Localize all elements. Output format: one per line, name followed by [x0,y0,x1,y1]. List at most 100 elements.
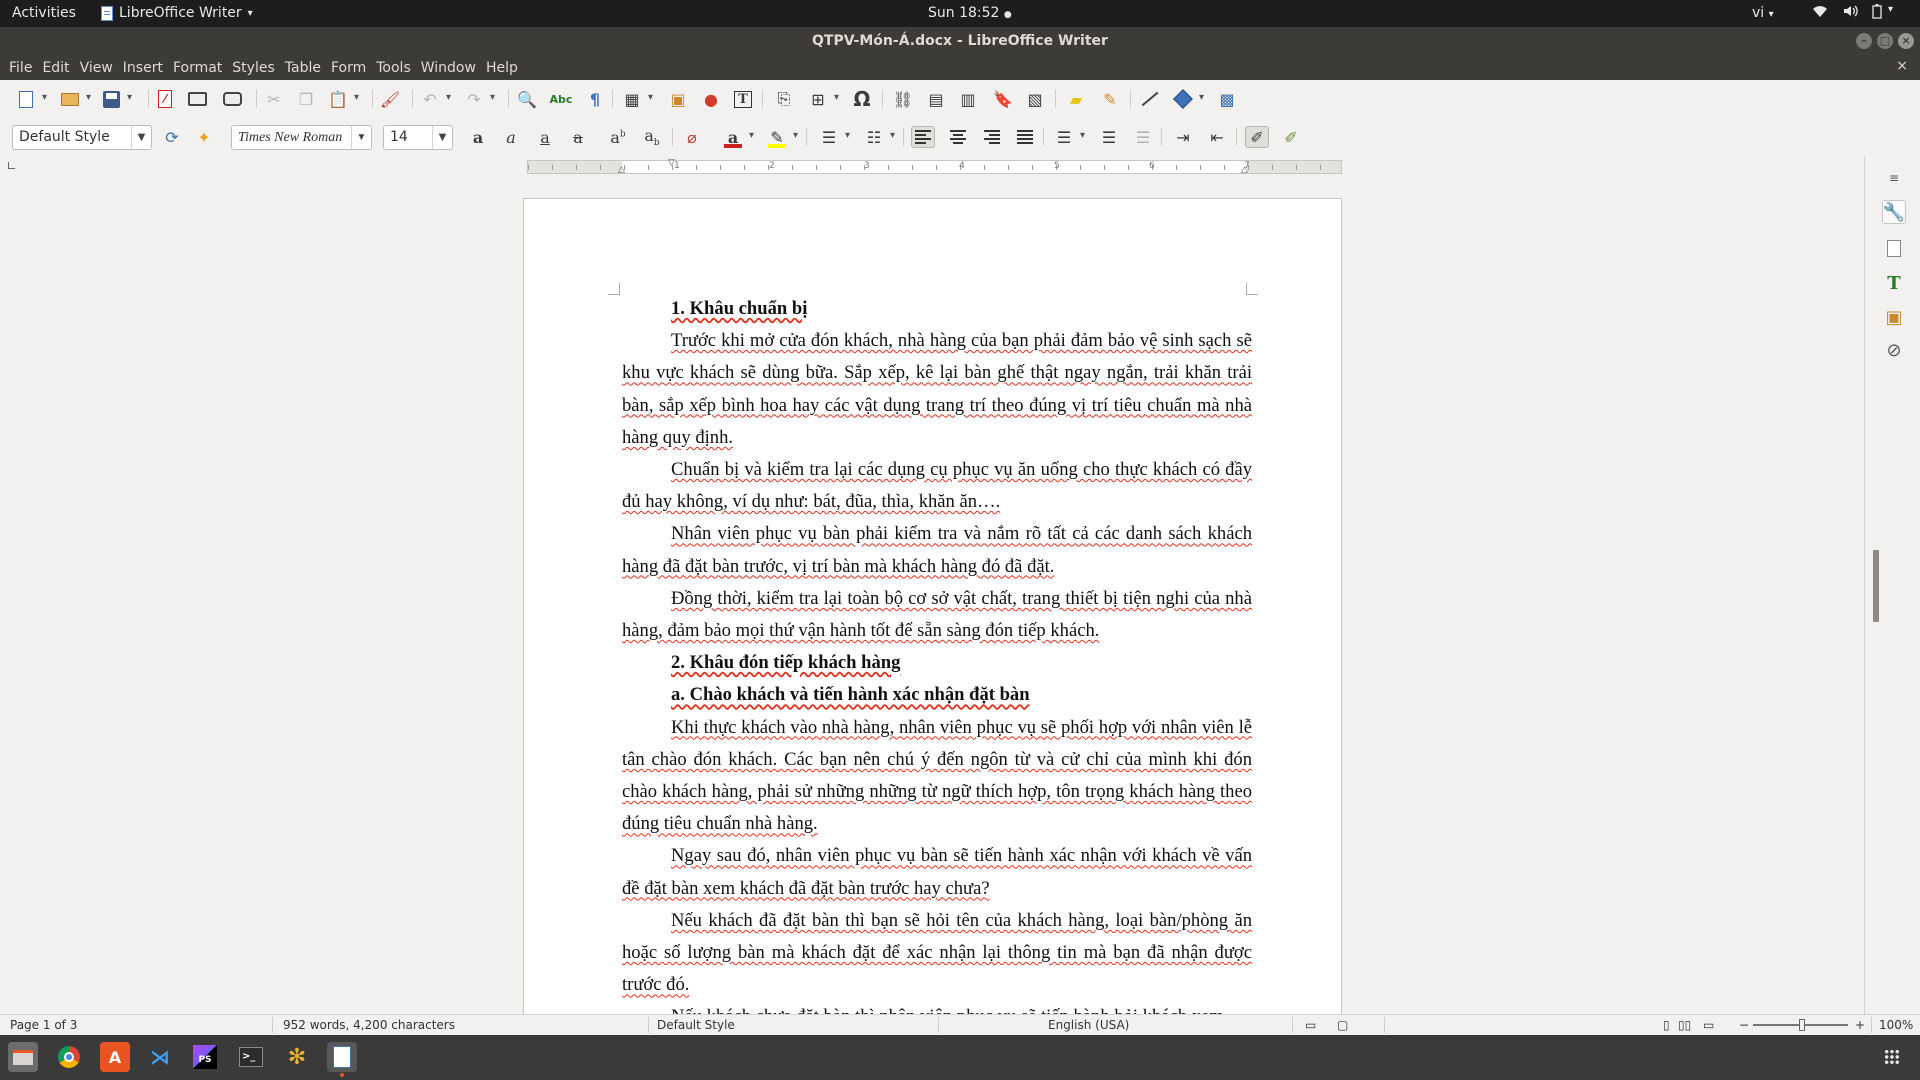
document-body[interactable]: 1. Khâu chuẩn bị Trước khi mở cửa đón khá… [622,293,1252,1014]
close-button[interactable]: × [1898,33,1914,49]
zoom-level[interactable]: 100% [1879,1018,1913,1032]
new-document-button[interactable] [14,88,47,110]
superscript-button[interactable]: ab [606,126,630,148]
activities-button[interactable]: Activities [12,5,76,21]
menu-styles[interactable]: Styles [227,56,279,80]
menu-table[interactable]: Table [280,56,326,80]
zoom-in-icon[interactable]: + [1855,1018,1865,1032]
chrome-icon[interactable] [54,1042,84,1072]
insert-table-button[interactable]: ▦ [620,88,653,110]
phpstorm-icon[interactable]: PS [190,1042,220,1072]
clone-formatting-button[interactable]: 🖌 [378,88,402,110]
sidebar-styles-button[interactable]: T [1882,271,1906,295]
justify-button[interactable] [1013,126,1037,148]
insert-chart-button[interactable]: ● [699,88,723,110]
multi-page-view-icon[interactable]: ▯▯ [1678,1018,1691,1032]
clock[interactable]: Sun 18:52 ● [928,5,1012,21]
decrease-paragraph-spacing-button[interactable]: ☰ [1131,126,1155,148]
print-button[interactable] [185,88,209,110]
files-icon[interactable] [8,1042,38,1072]
sidebar-properties-button[interactable]: 🔧 [1882,200,1906,224]
app-menu[interactable]: LibreOffice Writer ▾ [101,5,253,21]
underline-button[interactable]: a [533,126,557,148]
software-center-icon[interactable]: A [100,1042,130,1072]
input-language[interactable]: vi ▾ [1752,5,1774,21]
chevron-down-icon[interactable]: ▼ [432,126,452,149]
first-line-indent-marker[interactable]: ▽ [668,158,675,168]
insert-page-break-button[interactable]: ⎘ [772,88,796,110]
increase-indent-button[interactable]: ⇥ [1171,126,1195,148]
print-preview-button[interactable] [220,88,244,110]
strikethrough-button[interactable]: a [566,126,590,148]
increase-paragraph-spacing-button[interactable]: ☰ [1097,126,1121,148]
insert-special-character-button[interactable]: Ω [850,87,874,111]
document-paragraph[interactable]: Khi thực khách vào nhà hàng, nhân viên p… [622,712,1252,841]
formatting-marks-button[interactable]: ¶ [583,88,607,110]
sidebar-collapse-handle[interactable] [1873,550,1879,622]
insert-hyperlink-button[interactable]: ⛓ [891,88,915,110]
document-paragraph[interactable]: Nhân viên phục vụ bàn phải kiểm tra và n… [622,518,1252,582]
menu-view[interactable]: View [75,56,118,80]
copy-button[interactable]: ❐ [294,88,318,110]
font-size-combo[interactable]: 14 ▼ [383,125,453,150]
document-paragraph[interactable]: Nếu khách chưa đặt bàn thì nhân viên phụ… [622,1001,1252,1014]
insert-line-button[interactable] [1138,88,1162,110]
insert-field-button[interactable]: ⊞ [806,88,839,110]
redo-button[interactable]: ↷ [462,88,495,110]
align-center-button[interactable] [946,126,970,148]
insert-comment-button[interactable]: ▰ [1064,88,1088,110]
insert-cross-reference-button[interactable]: ▧ [1023,88,1047,110]
document-paragraph[interactable]: Chuẩn bị và kiểm tra lại các dụng cụ phụ… [622,454,1252,518]
terminal-icon[interactable]: >_ [236,1042,266,1072]
sidebar-page-button[interactable] [1882,236,1906,260]
document-paragraph[interactable]: Trước khi mở cửa đón khách, nhà hàng của… [622,325,1252,454]
open-button[interactable] [58,88,91,110]
basic-shapes-button[interactable] [1171,88,1204,110]
close-document-icon[interactable]: × [1896,58,1908,74]
word-count[interactable]: 952 words, 4,200 characters [283,1018,455,1032]
paragraph-dialog-button[interactable]: ✐ [1245,126,1269,148]
insert-mode-icon[interactable]: ▭ [1305,1018,1316,1032]
zoom-slider-handle[interactable] [1799,1019,1805,1031]
insert-image-button[interactable]: ▣ [666,88,690,110]
character-dialog-button[interactable]: ✐ [1279,126,1303,148]
italic-button[interactable]: a [499,126,523,148]
font-color-button[interactable]: a [721,126,754,148]
insert-footnote-button[interactable]: ▤ [924,88,948,110]
line-spacing-button[interactable]: ☰ [1052,126,1085,148]
menu-edit[interactable]: Edit [37,56,74,80]
menu-window[interactable]: Window [416,56,481,80]
system-tray[interactable]: ▾ [1812,4,1893,23]
clear-formatting-button[interactable]: ⌀ [680,126,704,148]
document-page[interactable]: 1. Khâu chuẩn bị Trước khi mở cửa đón khá… [523,198,1342,1014]
subscript-button[interactable]: ab [640,126,664,148]
document-paragraph[interactable]: Ngay sau đó, nhân viên phục vụ bàn sẽ ti… [622,840,1252,904]
page-style[interactable]: Default Style [657,1018,735,1032]
menu-file[interactable]: File [4,56,37,80]
spelling-button[interactable]: Abc [549,88,573,110]
menu-tools[interactable]: Tools [371,56,416,80]
font-name-combo[interactable]: Times New Roman ▼ [231,125,372,150]
draw-functions-button[interactable]: ▩ [1215,88,1239,110]
decrease-indent-button[interactable]: ⇤ [1205,126,1229,148]
zoom-slider[interactable] [1753,1019,1848,1031]
paste-button[interactable]: 📋 [326,88,359,110]
document-heading[interactable]: 1. Khâu chuẩn bị [622,293,1252,325]
document-heading[interactable]: a. Chào khách và tiến hành xác nhận đặt … [622,679,1252,711]
maximize-button[interactable]: □ [1877,33,1893,49]
horizontal-ruler[interactable]: 1 2 3 4 5 6 7 ▽ △ △ [527,158,1342,175]
undo-button[interactable]: ↶ [418,88,451,110]
track-changes-button[interactable]: ✎ [1098,88,1122,110]
document-modified-icon[interactable]: ▢ [1337,1018,1348,1032]
document-canvas[interactable]: 1. Khâu chuẩn bị Trước khi mở cửa đón khá… [0,174,1864,1014]
text-language[interactable]: English (USA) [1048,1018,1129,1032]
writer-icon[interactable] [327,1042,357,1077]
document-paragraph[interactable]: Nếu khách đã đặt bàn thì bạn sẽ hỏi tên … [622,905,1252,1002]
sidebar-menu-button[interactable]: ≡ [1882,166,1906,190]
save-button[interactable] [99,88,132,110]
sidebar-gallery-button[interactable]: ▣ [1882,305,1906,329]
show-applications-icon[interactable] [1884,1049,1900,1065]
find-replace-button[interactable]: 🔍 [515,88,539,110]
update-style-button[interactable]: ⟳ [160,126,184,148]
menu-format[interactable]: Format [168,56,227,80]
